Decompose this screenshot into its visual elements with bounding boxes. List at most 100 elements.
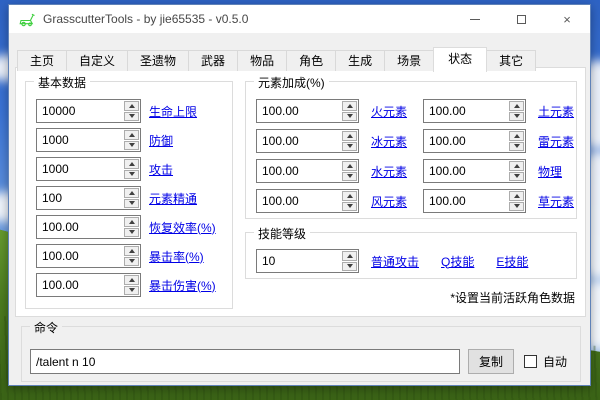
anemo-link[interactable]: 风元素 bbox=[371, 193, 423, 210]
spinner-down-icon[interactable] bbox=[509, 112, 524, 122]
hp-limit-spinner[interactable]: 10000 bbox=[36, 99, 141, 123]
spinner-down-icon[interactable] bbox=[342, 142, 357, 152]
defense-spinner[interactable]: 1000 bbox=[36, 128, 141, 152]
spinner-value[interactable]: 100 bbox=[37, 187, 123, 209]
copy-button[interactable]: 复制 bbox=[468, 349, 514, 374]
title-bar[interactable]: GrasscutterTools - by jie65535 - v0.5.0 … bbox=[9, 5, 590, 33]
spinner-value[interactable]: 100.00 bbox=[37, 216, 123, 238]
physical-link[interactable]: 物理 bbox=[538, 163, 562, 180]
tab-spawn[interactable]: 生成 bbox=[335, 50, 385, 71]
crit-damage-link[interactable]: 暴击伤害(%) bbox=[149, 277, 216, 294]
pyro-link[interactable]: 火元素 bbox=[371, 103, 423, 120]
elemental-mastery-spinner[interactable]: 100 bbox=[36, 186, 141, 210]
physical-bonus-spinner[interactable]: 100.00 bbox=[423, 159, 526, 183]
energy-recharge-link[interactable]: 恢复效率(%) bbox=[149, 219, 216, 236]
spinner-value[interactable]: 10000 bbox=[37, 100, 123, 122]
e-skill-link[interactable]: E技能 bbox=[496, 253, 528, 270]
spinner-value[interactable]: 100.00 bbox=[424, 100, 508, 122]
tab-misc[interactable]: 其它 bbox=[486, 50, 536, 71]
spinner-value[interactable]: 100.00 bbox=[424, 190, 508, 212]
dendro-bonus-spinner[interactable]: 100.00 bbox=[423, 189, 526, 213]
spinner-down-icon[interactable] bbox=[124, 170, 139, 180]
normal-attack-link[interactable]: 普通攻击 bbox=[371, 253, 419, 270]
spinner-down-icon[interactable] bbox=[124, 257, 139, 267]
close-button[interactable]: × bbox=[544, 5, 590, 33]
energy-recharge-spinner[interactable]: 100.00 bbox=[36, 215, 141, 239]
spinner-up-icon[interactable] bbox=[124, 130, 139, 140]
minimize-button[interactable] bbox=[452, 5, 498, 33]
hp-limit-link[interactable]: 生命上限 bbox=[149, 103, 197, 120]
spinner-up-icon[interactable] bbox=[342, 161, 357, 171]
spinner-value[interactable]: 100.00 bbox=[257, 190, 341, 212]
spinner-value[interactable]: 1000 bbox=[37, 129, 123, 151]
spinner-up-icon[interactable] bbox=[124, 159, 139, 169]
cryo-bonus-spinner[interactable]: 100.00 bbox=[256, 129, 359, 153]
spinner-value[interactable]: 100.00 bbox=[257, 160, 341, 182]
tab-weapons[interactable]: 武器 bbox=[188, 50, 238, 71]
spinner-down-icon[interactable] bbox=[342, 112, 357, 122]
spinner-value[interactable]: 1000 bbox=[37, 158, 123, 180]
spinner-down-icon[interactable] bbox=[124, 286, 139, 296]
spinner-up-icon[interactable] bbox=[124, 246, 139, 256]
tab-status-active[interactable]: 状态 bbox=[433, 47, 487, 72]
spinner-down-icon[interactable] bbox=[342, 262, 357, 272]
auto-checkbox[interactable] bbox=[524, 355, 537, 368]
spinner-down-icon[interactable] bbox=[124, 199, 139, 209]
spinner-up-icon[interactable] bbox=[509, 191, 524, 201]
auto-checkbox-label[interactable]: 自动 bbox=[543, 353, 567, 370]
attack-spinner[interactable]: 1000 bbox=[36, 157, 141, 181]
spinner-up-icon[interactable] bbox=[342, 101, 357, 111]
spinner-up-icon[interactable] bbox=[342, 131, 357, 141]
hydro-link[interactable]: 水元素 bbox=[371, 163, 423, 180]
spinner-value[interactable]: 100.00 bbox=[257, 130, 341, 152]
defense-link[interactable]: 防御 bbox=[149, 132, 173, 149]
spinner-value[interactable]: 100.00 bbox=[37, 245, 123, 267]
spinner-value[interactable]: 100.00 bbox=[424, 160, 508, 182]
tab-scene[interactable]: 场景 bbox=[384, 50, 434, 71]
electro-bonus-spinner[interactable]: 100.00 bbox=[423, 129, 526, 153]
spinner-up-icon[interactable] bbox=[509, 161, 524, 171]
spinner-down-icon[interactable] bbox=[342, 202, 357, 212]
geo-link[interactable]: 土元素 bbox=[538, 103, 574, 120]
spinner-value[interactable]: 10 bbox=[257, 250, 341, 272]
spinner-up-icon[interactable] bbox=[124, 188, 139, 198]
q-skill-link[interactable]: Q技能 bbox=[441, 253, 474, 270]
spinner-down-icon[interactable] bbox=[509, 142, 524, 152]
elemental-mastery-link[interactable]: 元素精通 bbox=[149, 190, 197, 207]
spinner-down-icon[interactable] bbox=[124, 228, 139, 238]
tab-artifacts[interactable]: 圣遗物 bbox=[127, 50, 189, 71]
spinner-up-icon[interactable] bbox=[509, 131, 524, 141]
attack-link[interactable]: 攻击 bbox=[149, 161, 173, 178]
spinner-up-icon[interactable] bbox=[124, 275, 139, 285]
spinner-value[interactable]: 100.00 bbox=[257, 100, 341, 122]
tab-items[interactable]: 物品 bbox=[237, 50, 287, 71]
tab-characters[interactable]: 角色 bbox=[286, 50, 336, 71]
crit-damage-spinner[interactable]: 100.00 bbox=[36, 273, 141, 297]
spinner-value[interactable]: 100.00 bbox=[424, 130, 508, 152]
cryo-link[interactable]: 冰元素 bbox=[371, 133, 423, 150]
pyro-bonus-spinner[interactable]: 100.00 bbox=[256, 99, 359, 123]
spinner-down-icon[interactable] bbox=[342, 172, 357, 182]
maximize-button[interactable] bbox=[498, 5, 544, 33]
geo-bonus-spinner[interactable]: 100.00 bbox=[423, 99, 526, 123]
spinner-up-icon[interactable] bbox=[124, 217, 139, 227]
spinner-up-icon[interactable] bbox=[124, 101, 139, 111]
spinner-down-icon[interactable] bbox=[509, 202, 524, 212]
electro-link[interactable]: 雷元素 bbox=[538, 133, 574, 150]
tab-home[interactable]: 主页 bbox=[17, 50, 67, 71]
spinner-up-icon[interactable] bbox=[509, 101, 524, 111]
spinner-up-icon[interactable] bbox=[342, 251, 357, 261]
command-input[interactable] bbox=[30, 349, 460, 374]
spinner-down-icon[interactable] bbox=[124, 112, 139, 122]
hydro-bonus-spinner[interactable]: 100.00 bbox=[256, 159, 359, 183]
spinner-up-icon[interactable] bbox=[342, 191, 357, 201]
dendro-link[interactable]: 草元素 bbox=[538, 193, 574, 210]
spinner-down-icon[interactable] bbox=[124, 141, 139, 151]
crit-rate-link[interactable]: 暴击率(%) bbox=[149, 248, 204, 265]
skill-level-spinner[interactable]: 10 bbox=[256, 249, 359, 273]
spinner-value[interactable]: 100.00 bbox=[37, 274, 123, 296]
crit-rate-spinner[interactable]: 100.00 bbox=[36, 244, 141, 268]
tab-custom[interactable]: 自定义 bbox=[66, 50, 128, 71]
anemo-bonus-spinner[interactable]: 100.00 bbox=[256, 189, 359, 213]
spinner-down-icon[interactable] bbox=[509, 172, 524, 182]
